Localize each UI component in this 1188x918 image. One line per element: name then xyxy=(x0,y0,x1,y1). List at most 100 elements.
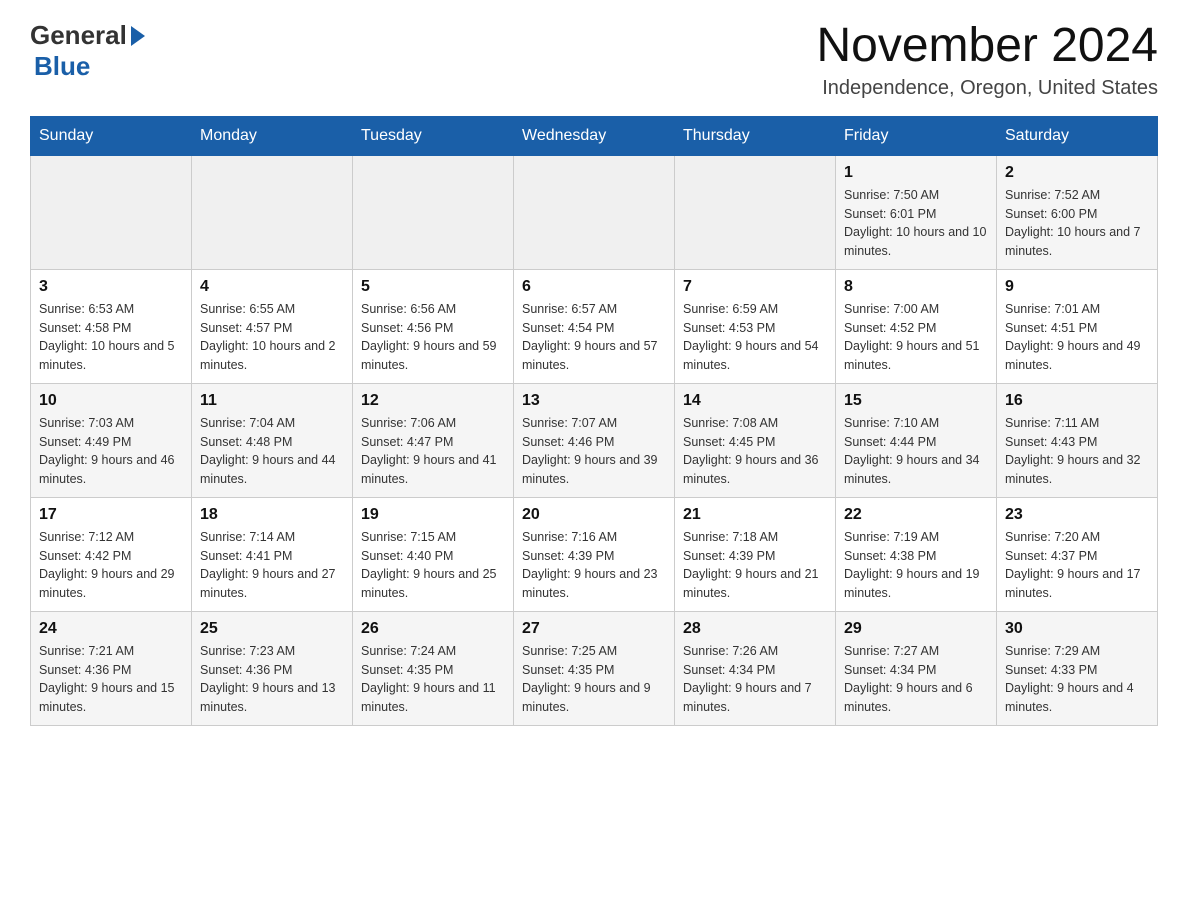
calendar-cell: 9 Sunrise: 7:01 AMSunset: 4:51 PMDaylight… xyxy=(997,269,1158,383)
day-info: Sunrise: 7:14 AMSunset: 4:41 PMDaylight:… xyxy=(200,528,344,603)
calendar-cell xyxy=(514,155,675,269)
day-info: Sunrise: 7:29 AMSunset: 4:33 PMDaylight:… xyxy=(1005,642,1149,717)
calendar-cell xyxy=(192,155,353,269)
calendar-cell xyxy=(353,155,514,269)
day-info: Sunrise: 7:18 AMSunset: 4:39 PMDaylight:… xyxy=(683,528,827,603)
calendar-cell: 12 Sunrise: 7:06 AMSunset: 4:47 PMDayligh… xyxy=(353,383,514,497)
day-number: 28 xyxy=(683,620,827,638)
calendar-cell: 15 Sunrise: 7:10 AMSunset: 4:44 PMDayligh… xyxy=(836,383,997,497)
calendar-cell: 5 Sunrise: 6:56 AMSunset: 4:56 PMDaylight… xyxy=(353,269,514,383)
calendar-cell: 29 Sunrise: 7:27 AMSunset: 4:34 PMDayligh… xyxy=(836,611,997,725)
day-info: Sunrise: 7:00 AMSunset: 4:52 PMDaylight:… xyxy=(844,300,988,375)
day-number: 10 xyxy=(39,392,183,410)
header-row: SundayMondayTuesdayWednesdayThursdayFrid… xyxy=(31,116,1158,155)
day-number: 29 xyxy=(844,620,988,638)
logo-blue-text: Blue xyxy=(34,51,90,82)
header-day-monday: Monday xyxy=(192,116,353,155)
week-row-5: 24 Sunrise: 7:21 AMSunset: 4:36 PMDayligh… xyxy=(31,611,1158,725)
day-info: Sunrise: 7:19 AMSunset: 4:38 PMDaylight:… xyxy=(844,528,988,603)
day-number: 18 xyxy=(200,506,344,524)
day-info: Sunrise: 7:27 AMSunset: 4:34 PMDaylight:… xyxy=(844,642,988,717)
calendar-cell: 16 Sunrise: 7:11 AMSunset: 4:43 PMDayligh… xyxy=(997,383,1158,497)
day-number: 1 xyxy=(844,164,988,182)
calendar-cell: 11 Sunrise: 7:04 AMSunset: 4:48 PMDayligh… xyxy=(192,383,353,497)
logo: General Blue xyxy=(30,20,145,82)
day-number: 16 xyxy=(1005,392,1149,410)
calendar-cell: 28 Sunrise: 7:26 AMSunset: 4:34 PMDayligh… xyxy=(675,611,836,725)
calendar-cell: 26Sunrise: 7:24 AMSunset: 4:35 PMDayligh… xyxy=(353,611,514,725)
day-number: 27 xyxy=(522,620,666,638)
day-number: 19 xyxy=(361,506,505,524)
header-day-sunday: Sunday xyxy=(31,116,192,155)
day-number: 11 xyxy=(200,392,344,410)
day-number: 8 xyxy=(844,278,988,296)
day-number: 3 xyxy=(39,278,183,296)
calendar-cell: 2Sunrise: 7:52 AMSunset: 6:00 PMDaylight… xyxy=(997,155,1158,269)
header-day-saturday: Saturday xyxy=(997,116,1158,155)
day-info: Sunrise: 7:06 AMSunset: 4:47 PMDaylight:… xyxy=(361,414,505,489)
day-info: Sunrise: 7:04 AMSunset: 4:48 PMDaylight:… xyxy=(200,414,344,489)
day-info: Sunrise: 7:21 AMSunset: 4:36 PMDaylight:… xyxy=(39,642,183,717)
day-number: 9 xyxy=(1005,278,1149,296)
day-number: 25 xyxy=(200,620,344,638)
week-row-4: 17 Sunrise: 7:12 AMSunset: 4:42 PMDayligh… xyxy=(31,497,1158,611)
logo-general-text: General xyxy=(30,20,127,51)
day-number: 24 xyxy=(39,620,183,638)
day-number: 6 xyxy=(522,278,666,296)
calendar-cell: 24 Sunrise: 7:21 AMSunset: 4:36 PMDayligh… xyxy=(31,611,192,725)
calendar-cell: 23Sunrise: 7:20 AMSunset: 4:37 PMDayligh… xyxy=(997,497,1158,611)
day-info: Sunrise: 7:07 AMSunset: 4:46 PMDaylight:… xyxy=(522,414,666,489)
calendar-cell: 10 Sunrise: 7:03 AMSunset: 4:49 PMDayligh… xyxy=(31,383,192,497)
day-number: 20 xyxy=(522,506,666,524)
day-info: Sunrise: 7:11 AMSunset: 4:43 PMDaylight:… xyxy=(1005,414,1149,489)
week-row-3: 10 Sunrise: 7:03 AMSunset: 4:49 PMDayligh… xyxy=(31,383,1158,497)
week-row-2: 3 Sunrise: 6:53 AMSunset: 4:58 PMDaylight… xyxy=(31,269,1158,383)
calendar-cell: 13 Sunrise: 7:07 AMSunset: 4:46 PMDayligh… xyxy=(514,383,675,497)
day-info: Sunrise: 6:59 AMSunset: 4:53 PMDaylight:… xyxy=(683,300,827,375)
day-number: 14 xyxy=(683,392,827,410)
day-number: 23 xyxy=(1005,506,1149,524)
calendar-cell xyxy=(675,155,836,269)
calendar-cell: 19Sunrise: 7:15 AMSunset: 4:40 PMDayligh… xyxy=(353,497,514,611)
calendar-cell: 30 Sunrise: 7:29 AMSunset: 4:33 PMDayligh… xyxy=(997,611,1158,725)
day-number: 22 xyxy=(844,506,988,524)
calendar-cell: 6 Sunrise: 6:57 AMSunset: 4:54 PMDaylight… xyxy=(514,269,675,383)
calendar-cell: 8 Sunrise: 7:00 AMSunset: 4:52 PMDaylight… xyxy=(836,269,997,383)
day-number: 15 xyxy=(844,392,988,410)
day-number: 17 xyxy=(39,506,183,524)
day-number: 30 xyxy=(1005,620,1149,638)
logo-arrow-icon xyxy=(131,26,145,46)
day-number: 26 xyxy=(361,620,505,638)
header-day-wednesday: Wednesday xyxy=(514,116,675,155)
calendar-cell: 17 Sunrise: 7:12 AMSunset: 4:42 PMDayligh… xyxy=(31,497,192,611)
day-info: Sunrise: 7:01 AMSunset: 4:51 PMDaylight:… xyxy=(1005,300,1149,375)
day-info: Sunrise: 6:53 AMSunset: 4:58 PMDaylight:… xyxy=(39,300,183,375)
title-section: November 2024 Independence, Oregon, Unit… xyxy=(816,20,1158,100)
day-info: Sunrise: 7:25 AMSunset: 4:35 PMDaylight:… xyxy=(522,642,666,717)
calendar-cell: 21Sunrise: 7:18 AMSunset: 4:39 PMDayligh… xyxy=(675,497,836,611)
calendar-cell: 3 Sunrise: 6:53 AMSunset: 4:58 PMDaylight… xyxy=(31,269,192,383)
page-subtitle: Independence, Oregon, United States xyxy=(816,77,1158,100)
day-info: Sunrise: 7:12 AMSunset: 4:42 PMDaylight:… xyxy=(39,528,183,603)
day-number: 12 xyxy=(361,392,505,410)
day-info: Sunrise: 6:57 AMSunset: 4:54 PMDaylight:… xyxy=(522,300,666,375)
day-info: Sunrise: 7:16 AMSunset: 4:39 PMDaylight:… xyxy=(522,528,666,603)
day-info: Sunrise: 7:03 AMSunset: 4:49 PMDaylight:… xyxy=(39,414,183,489)
calendar-cell: 27 Sunrise: 7:25 AMSunset: 4:35 PMDayligh… xyxy=(514,611,675,725)
calendar-cell: 14Sunrise: 7:08 AMSunset: 4:45 PMDayligh… xyxy=(675,383,836,497)
day-info: Sunrise: 6:56 AMSunset: 4:56 PMDaylight:… xyxy=(361,300,505,375)
day-info: Sunrise: 7:50 AMSunset: 6:01 PMDaylight:… xyxy=(844,186,988,261)
day-number: 13 xyxy=(522,392,666,410)
day-number: 5 xyxy=(361,278,505,296)
day-number: 4 xyxy=(200,278,344,296)
header-day-friday: Friday xyxy=(836,116,997,155)
day-info: Sunrise: 7:10 AMSunset: 4:44 PMDaylight:… xyxy=(844,414,988,489)
day-number: 7 xyxy=(683,278,827,296)
day-info: Sunrise: 7:26 AMSunset: 4:34 PMDaylight:… xyxy=(683,642,827,717)
calendar-table: SundayMondayTuesdayWednesdayThursdayFrid… xyxy=(30,116,1158,726)
calendar-header: SundayMondayTuesdayWednesdayThursdayFrid… xyxy=(31,116,1158,155)
day-info: Sunrise: 7:52 AMSunset: 6:00 PMDaylight:… xyxy=(1005,186,1149,261)
page-header: General Blue November 2024 Independence,… xyxy=(30,20,1158,100)
calendar-cell: 1 Sunrise: 7:50 AMSunset: 6:01 PMDaylight… xyxy=(836,155,997,269)
day-info: Sunrise: 6:55 AMSunset: 4:57 PMDaylight:… xyxy=(200,300,344,375)
